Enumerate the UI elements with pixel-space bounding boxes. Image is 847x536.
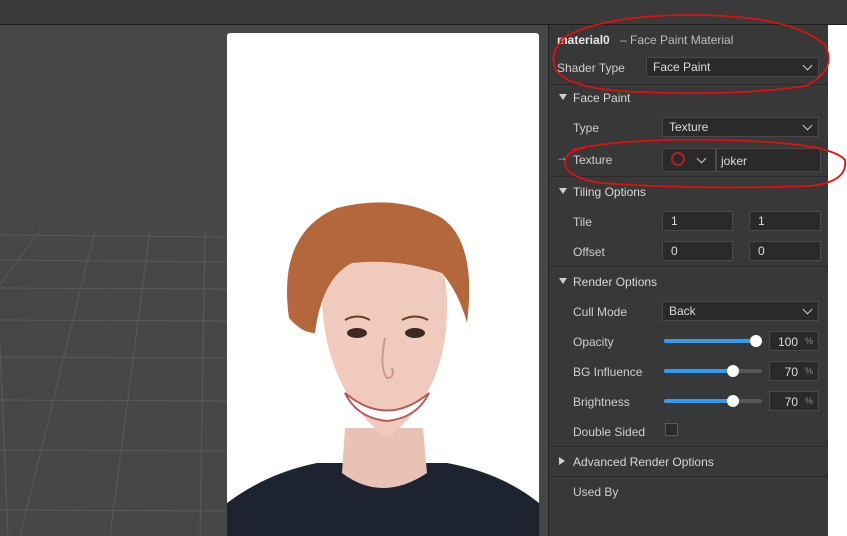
offset-y-value: 0 [758,244,765,258]
face-paint-header[interactable]: Face Paint [573,91,630,105]
divider [549,84,829,85]
chevron-down-icon [802,120,813,131]
cull-mode-select[interactable]: Back [662,301,819,321]
brightness-slider[interactable] [664,395,762,407]
opacity-value: 100 [777,335,798,349]
offset-x-value: 0 [671,244,678,258]
material-inspector: material0 – Face Paint Material Shader T… [548,25,829,536]
opacity-label: Opacity [573,335,614,349]
divider [549,266,829,267]
brightness-slider-handle[interactable] [726,395,739,407]
used-by-label: Used By [573,485,619,499]
texture-picker[interactable] [662,148,716,172]
cull-mode-value: Back [669,304,696,318]
brightness-slider-fill [664,399,733,403]
percent-unit: % [804,366,813,376]
face-preview-image [227,202,539,536]
advanced-render-options-header[interactable]: Advanced Render Options [573,455,714,469]
brightness-value: 70 [784,395,798,409]
collapse-tiling-icon[interactable] [559,188,567,194]
type-select[interactable]: Texture [662,117,819,137]
brightness-label: Brightness [573,395,630,409]
bg-influence-label: BG Influence [573,365,643,379]
bg-influence-slider-fill [664,369,733,373]
chevron-down-icon [802,60,813,71]
bg-influence-slider-handle[interactable] [726,365,739,377]
collapse-face-paint-icon[interactable] [559,94,567,100]
percent-unit: % [804,336,813,346]
type-label: Type [573,121,600,135]
link-arrow-icon[interactable]: → [556,150,568,164]
type-value: Texture [669,120,709,134]
opacity-slider-handle[interactable] [750,335,762,347]
collapse-render-icon[interactable] [559,278,567,284]
offset-x-input[interactable]: 0 [662,241,733,261]
opacity-slider-fill [664,339,756,343]
opacity-slider[interactable] [664,335,762,347]
camera-preview [227,33,539,536]
tile-x-value: 1 [671,214,678,228]
brightness-value-box[interactable]: 70 % [769,391,819,411]
texture-name-field[interactable]: joker [716,148,821,172]
tiling-options-header[interactable]: Tiling Options [573,185,646,199]
chevron-down-icon [802,304,813,315]
double-sided-checkbox[interactable] [665,423,678,436]
chevron-down-icon [696,153,707,164]
window-edge [828,25,847,536]
shader-type-label: Shader Type [557,61,625,75]
tile-x-input[interactable]: 1 [662,211,733,231]
offset-label: Offset [573,245,605,259]
render-options-header[interactable]: Render Options [573,275,657,289]
bg-influence-value: 70 [784,365,798,379]
material-name: material0 [557,33,610,47]
offset-y-input[interactable]: 0 [749,241,821,261]
top-toolbar [0,0,847,25]
double-sided-label: Double Sided [573,425,646,439]
tile-y-input[interactable]: 1 [749,211,821,231]
percent-unit: % [804,396,813,406]
tile-y-value: 1 [758,214,765,228]
shader-type-select[interactable]: Face Paint [646,57,819,77]
texture-name-value: joker [721,154,748,168]
material-description: – Face Paint Material [620,33,734,47]
divider [549,176,829,177]
bg-influence-value-box[interactable]: 70 % [769,361,819,381]
texture-thumbnail-icon [671,152,685,166]
divider [549,476,829,477]
divider [549,446,829,447]
bg-influence-slider[interactable] [664,365,762,377]
expand-advanced-icon[interactable] [559,457,565,465]
cull-mode-label: Cull Mode [573,305,628,319]
texture-label: Texture [573,153,613,167]
shader-type-value: Face Paint [653,60,711,74]
tile-label: Tile [573,215,592,229]
opacity-value-box[interactable]: 100 % [769,331,819,351]
